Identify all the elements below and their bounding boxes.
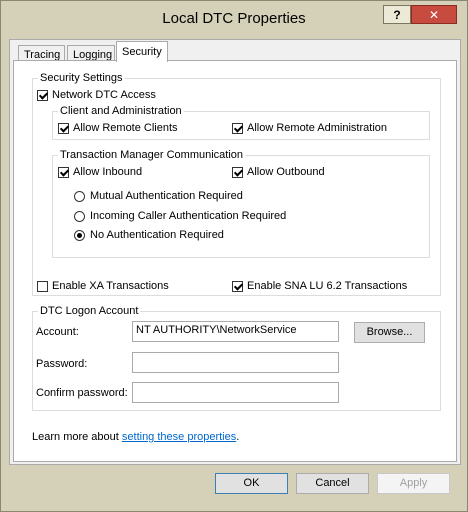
- client-admin-label: Client and Administration: [58, 105, 184, 117]
- password-label: Password:: [36, 358, 88, 370]
- ok-button[interactable]: OK: [215, 473, 288, 494]
- browse-button[interactable]: Browse...: [354, 322, 425, 343]
- mutual-auth-label[interactable]: Mutual Authentication Required: [90, 190, 243, 202]
- confirm-password-label: Confirm password:: [36, 387, 128, 399]
- allow-remote-clients-label[interactable]: Allow Remote Clients: [73, 122, 178, 134]
- account-field[interactable]: NT AUTHORITY\NetworkService: [132, 321, 339, 342]
- tab-security[interactable]: Security: [116, 41, 168, 62]
- enable-xa-checkbox[interactable]: [37, 281, 48, 292]
- cancel-button[interactable]: Cancel: [296, 473, 369, 494]
- confirm-password-field[interactable]: [132, 382, 339, 403]
- security-settings-label: Security Settings: [38, 72, 125, 84]
- help-button[interactable]: ?: [383, 5, 411, 24]
- learn-more-prefix: Learn more about: [32, 431, 122, 443]
- allow-inbound-checkbox[interactable]: [58, 167, 69, 178]
- enable-sna-label[interactable]: Enable SNA LU 6.2 Transactions: [247, 280, 407, 292]
- no-auth-label[interactable]: No Authentication Required: [90, 229, 224, 241]
- allow-remote-clients-checkbox[interactable]: [58, 123, 69, 134]
- allow-inbound-label[interactable]: Allow Inbound: [73, 166, 142, 178]
- allow-remote-admin-label[interactable]: Allow Remote Administration: [247, 122, 387, 134]
- apply-button[interactable]: Apply: [377, 473, 450, 494]
- network-dtc-access-label[interactable]: Network DTC Access: [52, 89, 156, 101]
- allow-remote-admin-checkbox[interactable]: [232, 123, 243, 134]
- tm-communication-label: Transaction Manager Communication: [58, 149, 246, 161]
- learn-more-suffix: .: [236, 431, 240, 443]
- logon-account-label: DTC Logon Account: [38, 305, 141, 317]
- mutual-auth-radio[interactable]: [74, 191, 85, 202]
- title-bar: Local DTC Properties ? ✕: [1, 1, 467, 37]
- dialog-window: Local DTC Properties ? ✕ Tracing Logging…: [0, 0, 468, 512]
- no-auth-radio[interactable]: [74, 230, 85, 241]
- allow-outbound-checkbox[interactable]: [232, 167, 243, 178]
- enable-sna-checkbox[interactable]: [232, 281, 243, 292]
- incoming-caller-auth-radio[interactable]: [74, 211, 85, 222]
- allow-outbound-label[interactable]: Allow Outbound: [247, 166, 325, 178]
- enable-xa-label[interactable]: Enable XA Transactions: [52, 280, 169, 292]
- password-field[interactable]: [132, 352, 339, 373]
- network-dtc-access-checkbox[interactable]: [37, 90, 48, 101]
- close-button[interactable]: ✕: [411, 5, 457, 24]
- setting-these-properties-link[interactable]: setting these properties: [122, 431, 236, 443]
- account-label: Account:: [36, 326, 79, 338]
- incoming-caller-auth-label[interactable]: Incoming Caller Authentication Required: [90, 210, 286, 222]
- learn-more-text: Learn more about setting these propertie…: [32, 431, 239, 443]
